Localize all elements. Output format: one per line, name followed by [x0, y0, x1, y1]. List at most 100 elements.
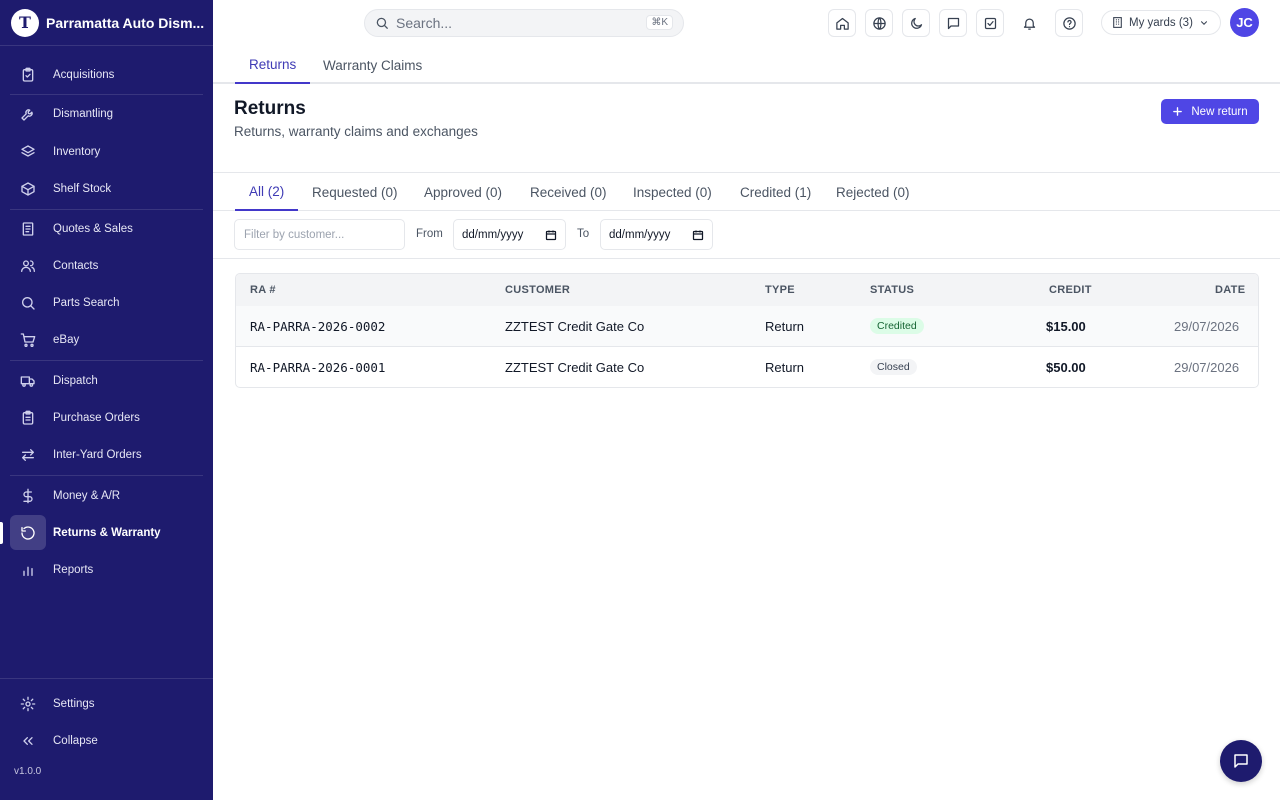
search-icon: [376, 17, 388, 29]
sidebar-item-money-ar[interactable]: Money & A/R: [10, 478, 203, 513]
subtabs: Returns Warranty Claims: [213, 46, 1280, 84]
sidebar-item-label: Returns & Warranty: [53, 526, 161, 539]
sidebar-item-label: eBay: [53, 333, 80, 346]
notifications-button[interactable]: [1015, 9, 1043, 37]
calendar-icon: [545, 230, 557, 241]
layers-icon: [10, 134, 46, 169]
ra-number[interactable]: RA-PARRA-2026-0001: [250, 360, 385, 375]
column-header-credit[interactable]: CREDIT: [1049, 284, 1092, 296]
column-header-customer[interactable]: CUSTOMER: [505, 284, 570, 296]
from-date-input[interactable]: dd/mm/yyyy: [453, 219, 566, 250]
user-avatar[interactable]: JC: [1230, 8, 1259, 37]
tab-status-all[interactable]: All (2): [235, 173, 299, 211]
sidebar-item-purchase-orders[interactable]: Purchase Orders: [10, 400, 203, 435]
search-placeholder: Search...: [396, 15, 453, 31]
plus-icon: [1173, 107, 1183, 116]
sidebar-item-dispatch[interactable]: Dispatch: [10, 363, 203, 398]
sidebar-item-label: Money & A/R: [53, 489, 121, 502]
messages-button[interactable]: [939, 9, 967, 37]
globe-icon: [872, 16, 886, 30]
tab-status-credited[interactable]: Credited (1): [726, 173, 825, 211]
credit-amount: $15.00: [1046, 319, 1086, 334]
tasks-button[interactable]: [976, 9, 1004, 37]
chevron-down-icon: [1200, 20, 1207, 25]
returns-table: RA # CUSTOMER TYPE STATUS CREDIT DATE RA…: [235, 273, 1259, 388]
help-button[interactable]: [1055, 9, 1083, 37]
credit-amount: $50.00: [1046, 360, 1086, 375]
global-search[interactable]: Search... ⌘K: [364, 9, 684, 37]
customer-filter-input[interactable]: [234, 219, 405, 250]
sidebar-item-settings[interactable]: Settings: [10, 686, 203, 721]
wrench-icon: [10, 96, 46, 131]
sidebar-item-quotes-sales[interactable]: Quotes & Sales: [10, 211, 203, 246]
clipboard-list-icon: [10, 400, 46, 435]
sidebar-item-shelf-stock[interactable]: Shelf Stock: [10, 171, 203, 206]
home-icon: [835, 17, 849, 30]
brand[interactable]: T Parramatta Auto Dism...: [0, 0, 213, 46]
home-button[interactable]: [828, 9, 856, 37]
tab-status-requested[interactable]: Requested (0): [298, 173, 412, 211]
return-date: 29/07/2026: [1174, 360, 1240, 375]
sidebar-item-label: Quotes & Sales: [53, 222, 133, 235]
sidebar-item-contacts[interactable]: Contacts: [10, 248, 203, 283]
sidebar-item-parts-search[interactable]: Parts Search: [10, 285, 203, 320]
nav-divider: [10, 94, 203, 95]
tab-returns[interactable]: Returns: [235, 46, 311, 84]
sidebar-item-ebay[interactable]: eBay: [10, 322, 203, 357]
sidebar-item-inventory[interactable]: Inventory: [10, 134, 203, 169]
check-square-icon: [984, 17, 996, 29]
sidebar-item-inter-yard-orders[interactable]: Inter-Yard Orders: [10, 437, 203, 472]
dollar-icon: [10, 478, 46, 513]
column-header-ra[interactable]: RA #: [250, 284, 276, 296]
customer-name: ZZTEST Credit Gate Co: [505, 319, 645, 334]
moon-icon: [910, 17, 922, 29]
to-date-input[interactable]: dd/mm/yyyy: [600, 219, 713, 250]
chat-button[interactable]: [1220, 740, 1262, 782]
yard-selector[interactable]: My yards (3): [1101, 10, 1221, 35]
users-icon: [10, 248, 46, 283]
tab-status-received[interactable]: Received (0): [516, 173, 621, 211]
sidebar-item-label: Acquisitions: [53, 68, 115, 81]
ra-number[interactable]: RA-PARRA-2026-0002: [250, 319, 385, 334]
new-return-button[interactable]: New return: [1161, 99, 1259, 124]
tab-status-approved[interactable]: Approved (0): [410, 173, 516, 211]
truck-icon: [10, 363, 46, 398]
clipboard-check-icon: [10, 57, 46, 92]
page-subtitle: Returns, warranty claims and exchanges: [234, 124, 478, 139]
column-header-date[interactable]: DATE: [1215, 284, 1245, 296]
sidebar-item-dismantling[interactable]: Dismantling: [10, 96, 203, 131]
new-return-label: New return: [1191, 105, 1248, 118]
sidebar-collapse-button[interactable]: Collapse: [10, 723, 203, 758]
box-icon: [10, 171, 46, 206]
status-badge: Closed: [870, 359, 917, 375]
column-header-type[interactable]: TYPE: [765, 284, 795, 296]
receipt-icon: [10, 211, 46, 246]
bell-icon: [1023, 18, 1035, 30]
tab-status-rejected[interactable]: Rejected (0): [822, 173, 924, 211]
status-badge: Credited: [870, 318, 924, 334]
main-content: Returns Warranty Claims Returns Returns,…: [213, 46, 1280, 800]
theme-toggle-button[interactable]: [902, 9, 930, 37]
table-row[interactable]: RA-PARRA-2026-0001 ZZTEST Credit Gate Co…: [236, 347, 1258, 387]
nav-divider: [10, 209, 203, 210]
tab-status-inspected[interactable]: Inspected (0): [619, 173, 726, 211]
sidebar-item-label: Shelf Stock: [53, 182, 112, 195]
sidebar-item-returns-warranty[interactable]: Returns & Warranty: [10, 515, 203, 550]
sidebar: T Parramatta Auto Dism... Acquisitions D…: [0, 0, 213, 800]
table-row[interactable]: RA-PARRA-2026-0002 ZZTEST Credit Gate Co…: [236, 306, 1258, 347]
status-tabs: All (2) Requested (0) Approved (0) Recei…: [213, 173, 1280, 211]
nav-divider: [10, 475, 203, 476]
bar-chart-icon: [10, 552, 46, 587]
active-indicator: [0, 522, 3, 544]
chat-icon: [1234, 754, 1248, 768]
sidebar-item-acquisitions[interactable]: Acquisitions: [10, 57, 203, 92]
from-label: From: [416, 228, 443, 240]
from-date-value: dd/mm/yyyy: [462, 228, 524, 241]
return-type: Return: [765, 319, 805, 334]
page-title: Returns: [234, 98, 306, 119]
column-header-status[interactable]: STATUS: [870, 284, 914, 296]
globe-button[interactable]: [865, 9, 893, 37]
tab-warranty-claims[interactable]: Warranty Claims: [309, 46, 436, 84]
sidebar-item-reports[interactable]: Reports: [10, 552, 203, 587]
chevrons-left-icon: [10, 723, 46, 758]
